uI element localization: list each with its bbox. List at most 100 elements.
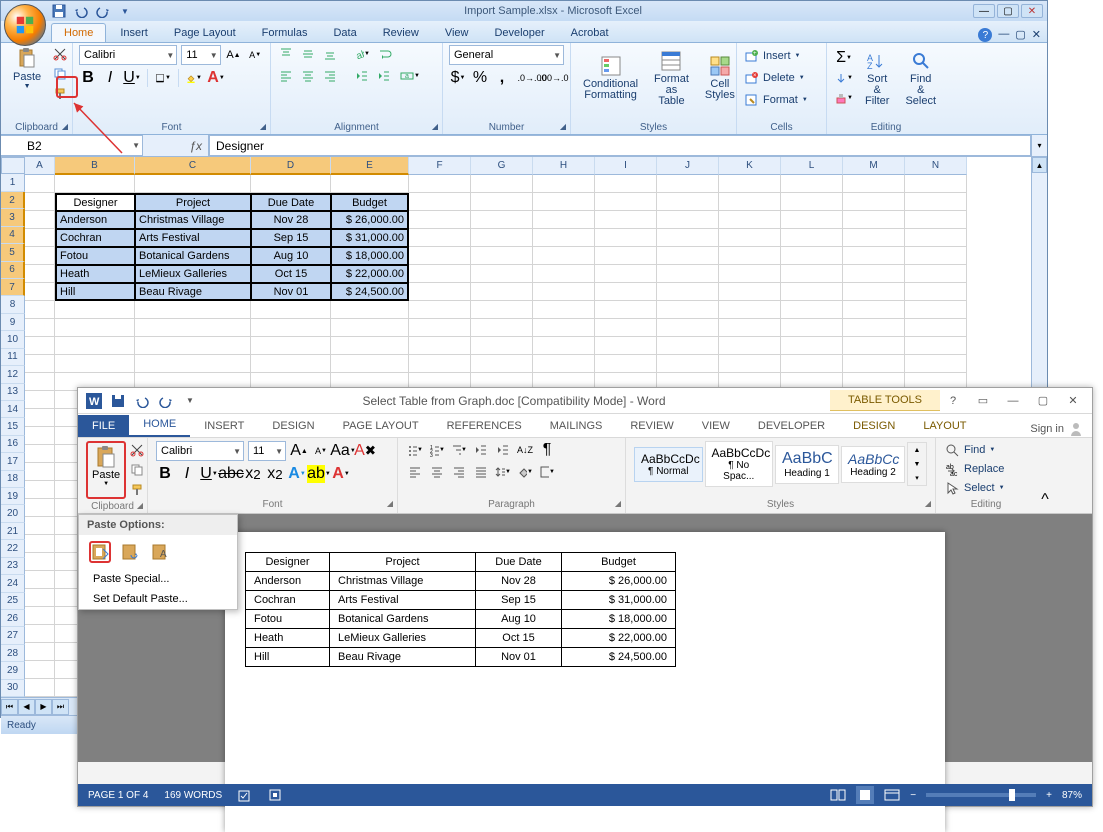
row-header-28[interactable]: 28 <box>1 645 25 662</box>
cell-G1[interactable] <box>471 175 533 193</box>
tab-page-layout[interactable]: Page Layout <box>162 24 248 42</box>
row-header-13[interactable]: 13 <box>1 384 25 401</box>
word-table-cell[interactable]: $ 22,000.00 <box>562 629 676 648</box>
cell-D6[interactable]: Oct 15 <box>251 265 331 283</box>
cell-A13[interactable] <box>25 391 55 409</box>
word-tab-table-design[interactable]: DESIGN <box>839 415 909 437</box>
cell-H7[interactable] <box>533 283 595 301</box>
cell-E6[interactable]: $ 22,000.00 <box>331 265 409 283</box>
cell-F5[interactable] <box>409 247 471 265</box>
column-header-B[interactable]: B <box>55 157 135 175</box>
cell-H5[interactable] <box>533 247 595 265</box>
cell-J3[interactable] <box>657 211 719 229</box>
word-highlight-button[interactable]: ab▼ <box>310 465 328 483</box>
row-header-8[interactable]: 8 <box>1 296 25 313</box>
word-close-button[interactable]: ✕ <box>1060 392 1086 410</box>
column-header-K[interactable]: K <box>719 157 781 175</box>
grow-font-button[interactable]: A▲ <box>225 46 243 64</box>
cell-L1[interactable] <box>781 175 843 193</box>
close-button[interactable]: ✕ <box>1021 4 1043 18</box>
cell-D5[interactable]: Aug 10 <box>251 247 331 265</box>
table-row[interactable]: HillBeau RivageNov 01$ 24,500.00 <box>246 648 676 667</box>
cell-H4[interactable] <box>533 229 595 247</box>
cell-B1[interactable] <box>55 175 135 193</box>
cell-N2[interactable] <box>905 193 967 211</box>
word-table-header[interactable]: Project <box>330 553 476 572</box>
font-size-combo[interactable]: 11▼ <box>181 45 220 65</box>
cell-C3[interactable]: Christmas Village <box>135 211 251 229</box>
cell-E2[interactable]: Budget <box>331 193 409 211</box>
cell-H3[interactable] <box>533 211 595 229</box>
cell-K2[interactable] <box>719 193 781 211</box>
table-row[interactable]: AndersonChristmas VillageNov 28$ 26,000.… <box>246 572 676 591</box>
cell-M4[interactable] <box>843 229 905 247</box>
cell-D10[interactable] <box>251 337 331 355</box>
align-right-button[interactable] <box>321 67 339 85</box>
word-undo-icon[interactable] <box>134 393 150 409</box>
cell-N3[interactable] <box>905 211 967 229</box>
word-table-cell[interactable]: Heath <box>246 629 330 648</box>
word-justify-button[interactable] <box>472 463 490 481</box>
cell-G3[interactable] <box>471 211 533 229</box>
word-underline-button[interactable]: U▼ <box>200 465 218 483</box>
row-header-14[interactable]: 14 <box>1 401 25 418</box>
cell-A16[interactable] <box>25 445 55 463</box>
word-table-cell[interactable]: Botanical Gardens <box>330 610 476 629</box>
cell-K1[interactable] <box>719 175 781 193</box>
cell-N4[interactable] <box>905 229 967 247</box>
cell-H10[interactable] <box>533 337 595 355</box>
cell-D3[interactable]: Nov 28 <box>251 211 331 229</box>
undo-icon[interactable] <box>73 3 89 19</box>
zoom-level[interactable]: 87% <box>1062 790 1082 801</box>
cell-J4[interactable] <box>657 229 719 247</box>
wrap-text-button[interactable] <box>375 45 395 63</box>
align-top-button[interactable] <box>277 45 295 63</box>
cell-A27[interactable] <box>25 643 55 661</box>
column-header-I[interactable]: I <box>595 157 657 175</box>
cell-F11[interactable] <box>409 355 471 373</box>
minimize-button[interactable]: — <box>973 4 995 18</box>
find-select-button[interactable]: Find & Select <box>899 48 942 109</box>
cell-A29[interactable] <box>25 679 55 697</box>
view-read-mode-icon[interactable] <box>830 788 846 802</box>
cell-A20[interactable] <box>25 517 55 535</box>
cell-C11[interactable] <box>135 355 251 373</box>
word-show-marks-button[interactable]: ¶ <box>538 441 556 459</box>
row-header-6[interactable]: 6 <box>1 262 25 279</box>
word-table-header[interactable]: Due Date <box>476 553 562 572</box>
ribbon-collapse-icon[interactable]: ^ <box>1036 438 1054 513</box>
italic-button[interactable]: I <box>101 69 119 87</box>
cell-A2[interactable] <box>25 193 55 211</box>
cell-L4[interactable] <box>781 229 843 247</box>
cell-G6[interactable] <box>471 265 533 283</box>
cell-H1[interactable] <box>533 175 595 193</box>
doc-close-button[interactable]: ✕ <box>1032 28 1041 42</box>
cell-C6[interactable]: LeMieux Galleries <box>135 265 251 283</box>
cell-I4[interactable] <box>595 229 657 247</box>
comma-format-button[interactable]: , <box>493 69 511 87</box>
cell-B10[interactable] <box>55 337 135 355</box>
sign-in-link[interactable]: Sign in <box>1022 421 1092 437</box>
row-header-26[interactable]: 26 <box>1 610 25 627</box>
row-header-16[interactable]: 16 <box>1 436 25 453</box>
macro-icon[interactable] <box>268 788 282 802</box>
word-ribbon-options-icon[interactable]: ▭ <box>970 392 996 410</box>
format-as-table-button[interactable]: Format as Table <box>648 48 695 109</box>
styles-more-icon[interactable]: ▾ <box>908 471 926 485</box>
formula-expand-icon[interactable]: ▾ <box>1031 135 1047 156</box>
column-header-E[interactable]: E <box>331 157 409 175</box>
word-help-icon[interactable]: ? <box>940 392 966 410</box>
cut-button[interactable] <box>51 45 69 63</box>
style-heading1[interactable]: AaBbCHeading 1 <box>775 445 839 484</box>
word-paste-button[interactable]: Paste▼ <box>86 441 126 499</box>
row-header-21[interactable]: 21 <box>1 523 25 540</box>
cell-G4[interactable] <box>471 229 533 247</box>
word-tab-design[interactable]: DESIGN <box>258 415 328 437</box>
row-header-9[interactable]: 9 <box>1 314 25 331</box>
decrease-decimal-button[interactable]: .00→.0 <box>545 69 563 87</box>
word-text-effects-button[interactable]: A▼ <box>288 465 306 483</box>
tab-view[interactable]: View <box>433 24 481 42</box>
zoom-in-button[interactable]: + <box>1046 790 1052 801</box>
doc-restore-button[interactable]: ▢ <box>1015 28 1025 42</box>
accounting-format-button[interactable]: $▼ <box>449 69 467 87</box>
